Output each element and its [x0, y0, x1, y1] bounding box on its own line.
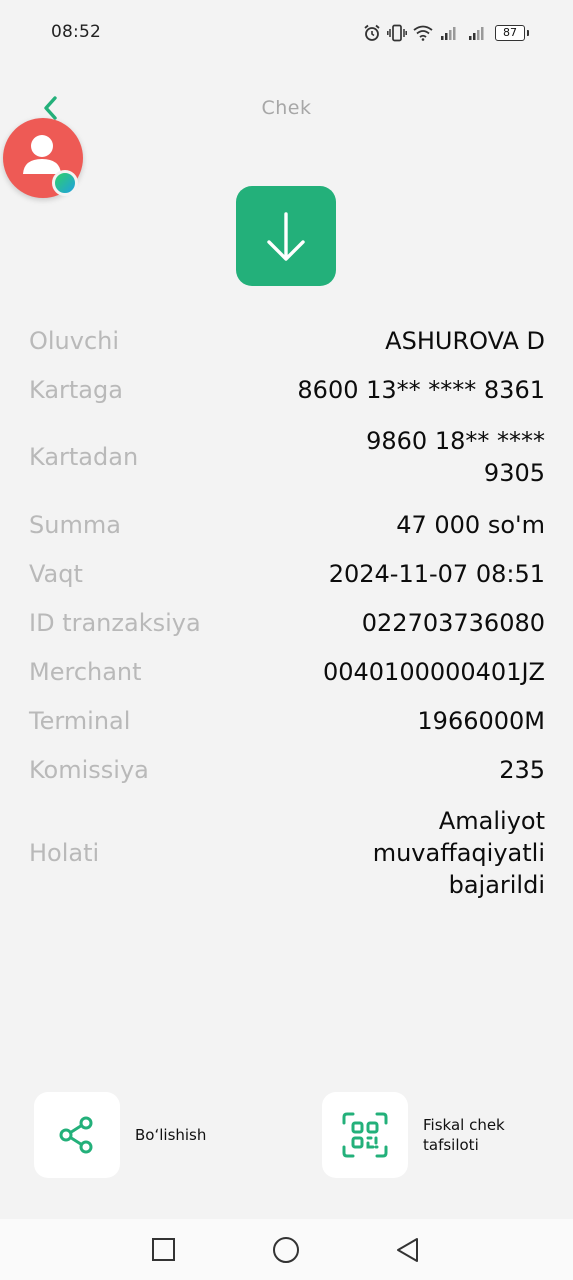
from-card-value: 9860 18** **** 9305: [366, 427, 545, 487]
recipient-label: Oluvchi: [29, 326, 120, 355]
signal-icon: [469, 27, 484, 40]
detail-row-to-card: Kartaga 8600 13** **** 8361: [29, 369, 545, 410]
transaction-id-value: 022703736080: [361, 608, 545, 637]
circle-icon: [273, 1237, 299, 1263]
amount-label: Summa: [29, 510, 121, 539]
home-button[interactable]: [271, 1235, 301, 1265]
to-card-label: Kartaga: [29, 375, 123, 404]
fiscal-label: Fiskal chek tafsiloti: [423, 1116, 505, 1154]
detail-row-amount: Summa 47 000 so'm: [29, 504, 545, 545]
merchant-value: 004010000040​1JZ: [322, 657, 545, 686]
square-icon: [152, 1238, 175, 1261]
detail-row-from-card: Kartadan 9860 18** **** 9305: [29, 418, 545, 496]
commission-value: 235: [499, 755, 545, 784]
detail-row-time: Vaqt 2024-11-07 08:51: [29, 553, 545, 594]
share-icon: [59, 1116, 93, 1154]
system-navigation-bar: [0, 1219, 573, 1280]
share-label: Boʻlishish: [135, 1126, 207, 1144]
terminal-value: 1966000M: [417, 706, 545, 735]
commission-label: Komissiya: [29, 755, 149, 784]
fiscal-receipt-button[interactable]: Fiskal chek tafsiloti: [322, 1092, 533, 1178]
detail-row-status: Holati Amaliyot muvaffaqiyatli bajarildi: [29, 798, 545, 908]
recents-button[interactable]: [149, 1235, 179, 1265]
share-tile[interactable]: [34, 1092, 120, 1178]
transaction-id-label: ID tranzaksiya: [29, 608, 201, 637]
amount-value: 47 000 so'm: [396, 510, 545, 539]
time-value: 2024-11-07 08:51: [328, 559, 545, 588]
vibrate-icon: [387, 24, 407, 42]
from-card-label: Kartadan: [29, 443, 139, 471]
wifi-icon: [413, 25, 433, 41]
signal-icon: [441, 27, 456, 40]
recipient-value: ASHUROVA D: [385, 326, 545, 355]
to-card-value: 8600 13** **** 8361: [297, 375, 545, 404]
terminal-label: Terminal: [29, 706, 131, 735]
status-time: 08:52: [51, 22, 101, 42]
status-icons: 87: [363, 22, 529, 44]
receipt-details: Oluvchi ASHUROVA D Kartaga 8600 13** ***…: [29, 320, 545, 908]
detail-row-merchant: Merchant 004010000040​1JZ: [29, 651, 545, 692]
status-value: Amaliyot muvaffaqiyatli bajarildi: [372, 807, 545, 899]
detail-row-transaction-id: ID tranzaksiya 022703736080: [29, 602, 545, 643]
detail-row-terminal: Terminal 1966000M: [29, 700, 545, 741]
merchant-label: Merchant: [29, 657, 142, 686]
page-title: Chek: [261, 97, 312, 119]
download-icon: [236, 186, 336, 286]
fiscal-tile[interactable]: [322, 1092, 408, 1178]
status-label: Holati: [29, 839, 100, 867]
online-status-badge: [52, 170, 78, 196]
detail-row-commission: Komissiya 235: [29, 749, 545, 790]
share-button[interactable]: Boʻlishish: [34, 1092, 206, 1178]
triangle-back-icon: [397, 1238, 418, 1262]
detail-row-recipient: Oluvchi ASHUROVA D: [29, 320, 545, 361]
battery-icon: 87: [495, 25, 529, 41]
nav-back-button[interactable]: [393, 1235, 423, 1265]
qr-scan-icon: [342, 1112, 388, 1158]
status-bar: 08:52 87: [0, 0, 573, 66]
alarm-icon: [364, 24, 380, 41]
time-label: Vaqt: [29, 559, 83, 588]
